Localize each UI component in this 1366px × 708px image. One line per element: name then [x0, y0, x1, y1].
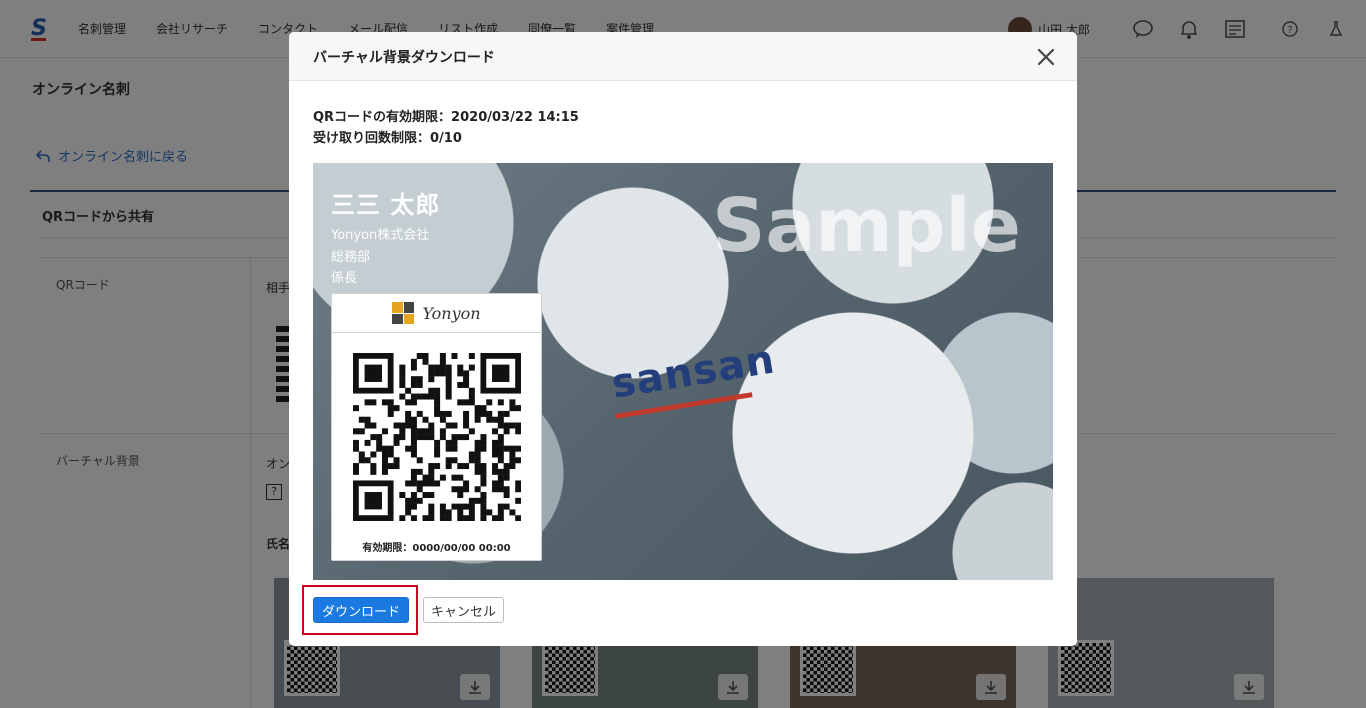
qr-code: [353, 353, 521, 521]
card-expiry: 有効期限：0000/00/00 00:00: [362, 543, 511, 554]
cancel-button[interactable]: キャンセル: [423, 597, 505, 623]
person-name: 三三 太郎: [331, 191, 441, 219]
receive-limit-text: 受け取り回数制限：0/10: [313, 131, 462, 146]
modal-header: バーチャル背景ダウンロード: [289, 32, 1077, 81]
card-company-name: Yonyon: [422, 303, 481, 323]
modal-title: バーチャル背景ダウンロード: [313, 50, 495, 66]
download-button-highlight: [302, 585, 418, 635]
brand-logo-text: sansan: [608, 336, 779, 408]
company-name: Yonyon株式会社: [331, 228, 430, 243]
position: 係長: [331, 271, 358, 286]
virtual-background-download-modal: バーチャル背景ダウンロード QRコードの有効期限：2020/03/22 14:1…: [289, 32, 1077, 646]
qr-card: Yonyon 有効期限：0000/00/00 00:00: [331, 293, 542, 561]
card-header: Yonyon: [332, 294, 541, 333]
sample-watermark: Sample: [712, 183, 1021, 269]
close-icon[interactable]: [1035, 46, 1057, 68]
department: 総務部: [331, 250, 371, 265]
virtual-background-preview: Sample sansan 三三 太郎 Yonyon株式会社 総務部 係長 Yo…: [313, 163, 1053, 580]
qr-expiry-text: QRコードの有効期限：2020/03/22 14:15: [313, 110, 579, 125]
company-logo-icon: [392, 302, 415, 324]
